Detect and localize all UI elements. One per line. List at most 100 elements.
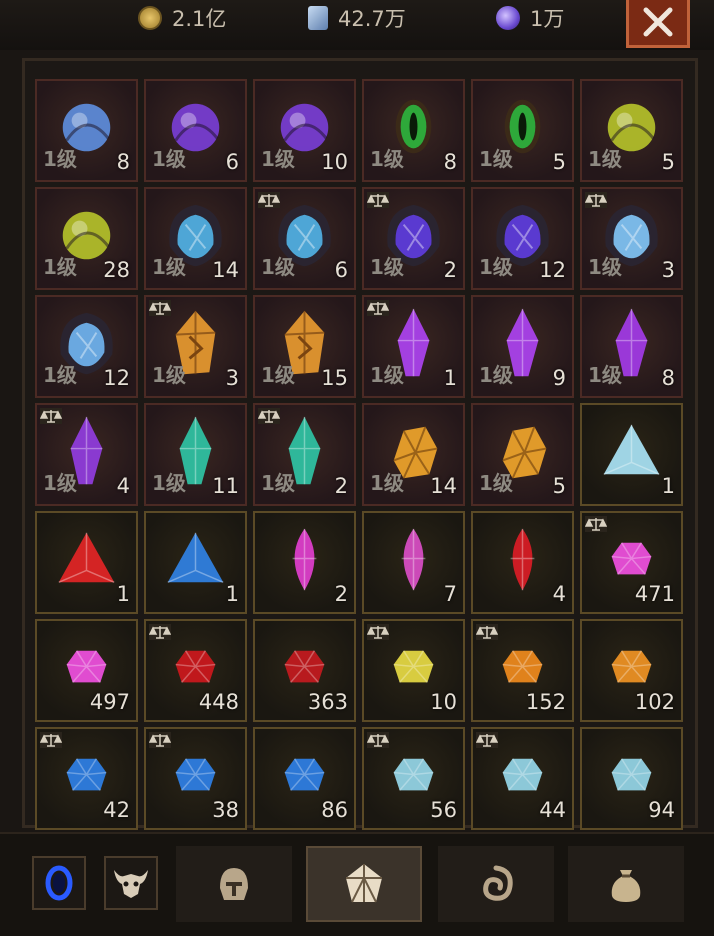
item-quantity: 1	[116, 582, 130, 606]
scale-lock-icon	[367, 300, 389, 316]
inventory-slot[interactable]: 1	[580, 403, 683, 506]
item-quantity: 6	[334, 258, 348, 282]
inventory-slot[interactable]: 1级 10	[253, 79, 356, 182]
inventory-slot[interactable]: 1级 14	[144, 187, 247, 290]
item-quantity: 5	[661, 150, 675, 174]
item-level: 1级	[588, 147, 622, 171]
item-level: 1级	[479, 363, 513, 387]
inventory-slot[interactable]: 1级 2	[362, 187, 465, 290]
inventory-slot[interactable]: 86	[253, 727, 356, 830]
inventory-slot[interactable]: 1级 1	[362, 295, 465, 398]
inventory-slot[interactable]: 471	[580, 511, 683, 614]
item-level: 1级	[370, 255, 404, 279]
item-level: 1级	[261, 147, 295, 171]
scale-lock-icon	[149, 624, 171, 640]
item-level: 1级	[479, 471, 513, 495]
currency-gold: 2.1亿	[138, 0, 226, 36]
tab-gems[interactable]	[306, 846, 422, 922]
inventory-grid: 1级 8 1级 6 1级 10 1级 8 1级 5 1级 5 1级 28 1级 14 1级 6 1级 2 1级 12 1级 3…	[35, 79, 683, 830]
inventory-slot[interactable]: 1级 4	[35, 403, 138, 506]
inventory-slot[interactable]: 1级 3	[580, 187, 683, 290]
item-level: 1级	[43, 363, 77, 387]
item-quantity: 7	[443, 582, 457, 606]
item-level: 1级	[152, 363, 186, 387]
scale-lock-icon	[367, 732, 389, 748]
tab-materials[interactable]	[568, 846, 684, 922]
item-quantity: 1	[661, 474, 675, 498]
inventory-slot[interactable]: 10	[362, 619, 465, 722]
quick-slot-bull[interactable]	[104, 856, 158, 910]
inventory-slot[interactable]: 448	[144, 619, 247, 722]
inventory-slot[interactable]: 363	[253, 619, 356, 722]
item-quantity: 1	[225, 582, 239, 606]
gold-coin-icon	[138, 6, 162, 30]
item-level: 1级	[479, 255, 513, 279]
inventory-slot[interactable]: 497	[35, 619, 138, 722]
rune-swirl-icon	[483, 865, 513, 901]
item-quantity: 8	[116, 150, 130, 174]
tab-runes[interactable]	[438, 846, 554, 922]
inventory-slot[interactable]: 1级 12	[471, 187, 574, 290]
inventory-slot[interactable]: 1	[35, 511, 138, 614]
inventory-slot[interactable]: 1级 15	[253, 295, 356, 398]
item-level: 1级	[370, 147, 404, 171]
inventory-slot[interactable]: 44	[471, 727, 574, 830]
inventory-slot[interactable]: 1级 14	[362, 403, 465, 506]
inventory-slot[interactable]: 1级 8	[362, 79, 465, 182]
scale-lock-icon	[40, 732, 62, 748]
helmet-icon	[220, 868, 248, 900]
inventory-slot[interactable]: 2	[253, 511, 356, 614]
inventory-slot[interactable]: 1级 9	[471, 295, 574, 398]
item-quantity: 11	[212, 474, 239, 498]
item-quantity: 12	[103, 366, 130, 390]
quick-slot-portal[interactable]	[32, 856, 86, 910]
inventory-slot[interactable]: 1级 8	[580, 295, 683, 398]
inventory-slot[interactable]: 7	[362, 511, 465, 614]
inventory-slot[interactable]: 152	[471, 619, 574, 722]
scale-lock-icon	[149, 300, 171, 316]
inventory-slot[interactable]: 1级 2	[253, 403, 356, 506]
inventory-slot[interactable]: 1级 28	[35, 187, 138, 290]
inventory-slot[interactable]: 1级 3	[144, 295, 247, 398]
scale-lock-icon	[476, 732, 498, 748]
tab-equipment[interactable]	[176, 846, 292, 922]
scale-lock-icon	[367, 192, 389, 208]
scale-lock-icon	[149, 732, 171, 748]
scale-lock-icon	[476, 624, 498, 640]
inventory-slot[interactable]: 1级 8	[35, 79, 138, 182]
inventory-slot[interactable]: 1级 5	[471, 79, 574, 182]
inventory-panel: 1级 8 1级 6 1级 10 1级 8 1级 5 1级 5 1级 28 1级 14 1级 6 1级 2 1级 12 1级 3…	[22, 58, 698, 830]
item-quantity: 44	[539, 798, 566, 822]
item-level: 1级	[152, 147, 186, 171]
inventory-slot[interactable]: 1级 6	[144, 79, 247, 182]
inventory-slot[interactable]: 1级 12	[35, 295, 138, 398]
inventory-slot[interactable]: 42	[35, 727, 138, 830]
item-quantity: 3	[661, 258, 675, 282]
inventory-slot[interactable]: 102	[580, 619, 683, 722]
inventory-slot[interactable]: 1	[144, 511, 247, 614]
item-quantity: 471	[634, 582, 675, 606]
inventory-slot[interactable]: 94	[580, 727, 683, 830]
inventory-slot[interactable]: 56	[362, 727, 465, 830]
inventory-slot[interactable]: 1级 5	[471, 403, 574, 506]
item-level: 1级	[261, 363, 295, 387]
scale-lock-icon	[367, 624, 389, 640]
inventory-slot[interactable]: 1级 5	[580, 79, 683, 182]
purple-orb-icon	[496, 6, 520, 30]
item-quantity: 14	[212, 258, 239, 282]
item-level: 1级	[43, 255, 77, 279]
item-quantity: 2	[334, 474, 348, 498]
scale-lock-icon	[258, 408, 280, 424]
item-quantity: 152	[525, 690, 566, 714]
inventory-slot[interactable]: 1级 6	[253, 187, 356, 290]
inventory-slot[interactable]: 1级 11	[144, 403, 247, 506]
inventory-slot[interactable]: 38	[144, 727, 247, 830]
blue-portal-icon	[45, 865, 73, 901]
item-quantity: 3	[225, 366, 239, 390]
inventory-slot[interactable]: 4	[471, 511, 574, 614]
item-quantity: 2	[443, 258, 457, 282]
close-button[interactable]	[626, 0, 690, 48]
scale-lock-icon	[40, 408, 62, 424]
item-quantity: 4	[116, 474, 130, 498]
item-quantity: 5	[552, 150, 566, 174]
